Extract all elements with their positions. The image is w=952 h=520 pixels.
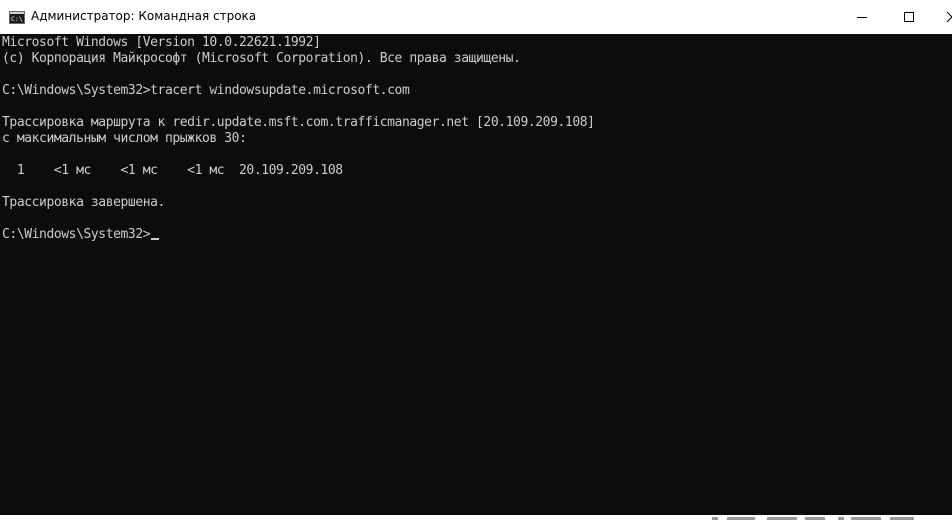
text-cursor — [151, 238, 160, 240]
console-line-6: Трассировка маршрута к redir.update.msft… — [2, 115, 595, 130]
window-title: Администратор: Командная строка — [31, 9, 257, 23]
console-prompt: C:\Windows\System32> — [2, 227, 151, 242]
console-line-9: 1 <1 мс <1 мс <1 мс 20.109.209.108 — [2, 163, 343, 178]
console-output[interactable]: Microsoft Windows [Version 10.0.22621.19… — [0, 34, 952, 515]
maximize-button[interactable] — [885, 0, 931, 34]
console-line-2: (c) Корпорация Майкрософт (Microsoft Cor… — [2, 51, 521, 66]
console-prompt-line[interactable]: C:\Windows\System32> — [2, 227, 160, 243]
title-bar[interactable]: C:\ Администратор: Командная строка — [0, 0, 952, 34]
command-prompt-window: C:\ Администратор: Командная строка Micr… — [0, 0, 952, 520]
console-line-7: с максимальным числом прыжков 30: — [2, 131, 247, 146]
console-line-1: Microsoft Windows [Version 10.0.22621.19… — [2, 35, 321, 50]
close-button[interactable] — [931, 0, 952, 34]
maximize-icon — [904, 12, 914, 22]
close-icon — [946, 11, 952, 23]
console-line-11: Трассировка завершена. — [2, 195, 165, 210]
minimize-button[interactable] — [839, 0, 885, 34]
console-line-4: C:\Windows\System32>tracert windowsupdat… — [2, 83, 410, 98]
bottom-edge — [0, 515, 952, 520]
svg-text:C:\: C:\ — [11, 15, 23, 23]
minimize-icon — [857, 17, 867, 18]
cmd-icon: C:\ — [9, 11, 25, 24]
